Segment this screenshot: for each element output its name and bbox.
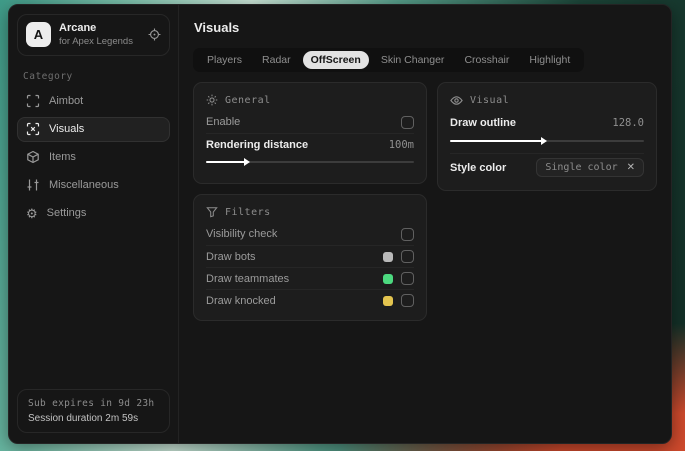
enable-row: Enable [206,111,414,133]
tab-bar: Players Radar OffScreen Skin Changer Cro… [193,48,585,72]
style-color-selected-value: Single color [545,162,618,173]
sidebar-item-label: Settings [46,207,87,220]
rendering-distance-value: 100m [388,138,414,151]
panel-title: Filters [225,206,271,218]
draw-outline-slider[interactable] [450,135,644,147]
tab-offscreen[interactable]: OffScreen [302,51,369,69]
draw-teammates-color-swatch[interactable] [383,273,393,284]
tab-highlight[interactable]: Highlight [521,51,578,69]
draw-outline-row: Draw outline 128.0 [450,112,644,134]
sliders-icon [26,178,40,192]
gear-icon: ⚙ [26,205,38,221]
draw-bots-color-swatch[interactable] [383,251,393,262]
desktop-background: A Arcane for Apex Legends Category Aimbo… [0,0,685,451]
draw-bots-label: Draw bots [206,250,256,263]
draw-teammates-checkbox[interactable] [401,272,414,285]
draw-teammates-row: Draw teammates [206,267,414,289]
sidebar-nav: Aimbot Visuals Items Miscellaneous ⚙ Set… [17,89,170,226]
sidebar-item-label: Items [49,151,76,164]
brand-subtitle: for Apex Legends [59,35,133,47]
panel-title: General [225,94,271,106]
draw-bots-row: Draw bots [206,245,414,267]
tab-players[interactable]: Players [199,51,250,69]
brand-name: Arcane [59,22,97,34]
filters-panel: Filters Visibility check Draw bots Draw … [193,194,427,321]
draw-teammates-label: Draw teammates [206,272,290,285]
rendering-distance-slider[interactable] [206,156,414,168]
eye-icon [450,94,463,107]
enable-checkbox[interactable] [401,115,414,129]
enable-label: Enable [206,116,241,128]
rendering-distance-label: Rendering distance [206,138,309,151]
visibility-check-label: Visibility check [206,228,278,240]
brand-card: A Arcane for Apex Legends [17,14,170,56]
panel-title: Visual [470,95,510,106]
focus-scan-icon [26,122,40,136]
sun-icon [206,94,218,106]
style-color-label: Style color [450,161,507,174]
slider-thumb[interactable] [243,158,250,166]
visibility-check-checkbox[interactable] [401,227,414,241]
crosshair-icon [26,94,40,108]
tab-skin-changer[interactable]: Skin Changer [373,51,453,69]
tab-crosshair[interactable]: Crosshair [456,51,517,69]
sidebar-item-visuals[interactable]: Visuals [17,116,170,142]
general-panel: General Enable Rendering distance 100m [193,82,427,184]
visibility-check-row: Visibility check [206,223,414,245]
sidebar-item-label: Miscellaneous [49,179,119,192]
sub-expiry-text: Sub expires in 9d 23h [28,398,155,409]
sidebar-item-items[interactable]: Items [17,145,170,170]
draw-knocked-checkbox[interactable] [401,294,414,307]
clear-selection-icon[interactable]: ✕ [627,162,635,173]
sidebar-item-settings[interactable]: ⚙ Settings [17,201,170,226]
draw-bots-checkbox[interactable] [401,250,414,263]
session-info-card: Sub expires in 9d 23h Session duration 2… [17,389,170,433]
sidebar: A Arcane for Apex Legends Category Aimbo… [9,5,179,443]
visual-panel: Visual Draw outline 128.0 Style color Si… [437,82,657,191]
category-label: Category [23,70,73,82]
sidebar-item-label: Aimbot [49,95,84,108]
draw-knocked-color-swatch[interactable] [383,295,393,306]
page-title: Visuals [194,20,240,35]
style-color-row: Style color Single color ✕ [450,153,644,181]
cube-icon [26,150,40,164]
sidebar-item-miscellaneous[interactable]: Miscellaneous [17,173,170,198]
draw-knocked-row: Draw knocked [206,289,414,311]
brand-logo: A [26,22,51,48]
target-icon[interactable] [148,28,161,41]
style-color-select[interactable]: Single color ✕ [536,158,644,177]
draw-outline-label: Draw outline [450,117,517,129]
slider-thumb[interactable] [541,137,548,145]
draw-outline-value: 128.0 [612,117,644,129]
funnel-icon [206,206,218,218]
app-window: A Arcane for Apex Legends Category Aimbo… [8,4,672,444]
draw-knocked-label: Draw knocked [206,294,276,307]
tab-radar[interactable]: Radar [254,51,299,69]
main-content: Visuals Players Radar OffScreen Skin Cha… [179,5,671,443]
sidebar-item-label: Visuals [49,123,85,136]
session-duration-text: Session duration 2m 59s [28,413,139,424]
sidebar-item-aimbot[interactable]: Aimbot [17,89,170,114]
rendering-distance-row: Rendering distance 100m [206,133,414,155]
